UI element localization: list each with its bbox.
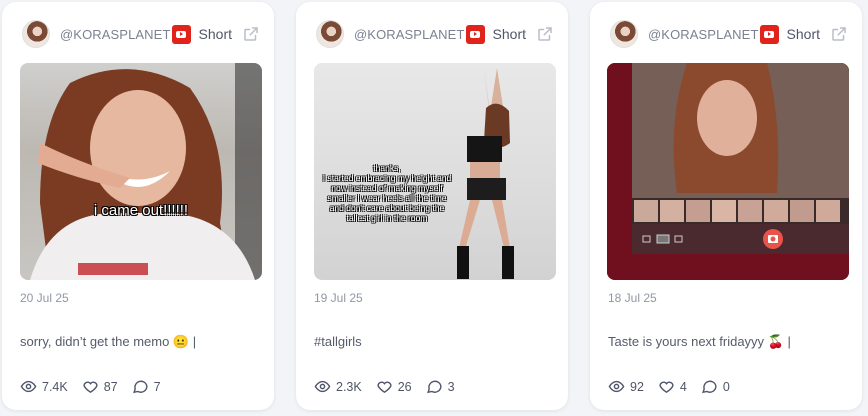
comments-stat: 3 — [426, 378, 455, 395]
views-stat: 7.4K — [20, 378, 68, 395]
comments-count: 3 — [447, 379, 455, 394]
stats-row: 7.4K 87 7 — [20, 378, 175, 395]
heart-icon — [659, 381, 674, 394]
card-header: @KORASPLANET Short — [316, 18, 554, 50]
comments-count: 0 — [722, 379, 730, 394]
likes-stat: 26 — [376, 378, 412, 395]
views-count: 92 — [630, 379, 644, 394]
video-overlay-caption: i came out!!!!!! — [93, 202, 189, 219]
views-stat: 2.3K — [314, 378, 362, 395]
video-thumbnail[interactable]: i came out!!!!!! — [20, 63, 262, 280]
eye-icon — [314, 380, 331, 393]
comment-icon — [426, 380, 442, 394]
card-header: @KORASPLANET Short — [610, 18, 848, 50]
video-overlay-caption: thanks, I started embracing my height an… — [322, 163, 452, 223]
views-count: 2.3K — [336, 379, 362, 394]
comments-stat: 7 — [132, 378, 161, 395]
stats-row: 2.3K 26 3 — [314, 378, 469, 395]
post-card[interactable]: @KORASPLANET Short 18 Jul 25 Taste is yo… — [590, 2, 862, 410]
likes-stat: 87 — [82, 378, 118, 395]
likes-count: 87 — [103, 379, 118, 394]
youtube-icon — [171, 24, 191, 44]
likes-count: 26 — [397, 379, 412, 394]
external-link-icon[interactable] — [536, 25, 554, 43]
avatar[interactable] — [22, 20, 50, 48]
youtube-icon — [759, 24, 779, 44]
post-type-label: Short — [492, 26, 526, 42]
card-header: @KORASPLANET Short — [22, 18, 260, 50]
post-date: 18 Jul 25 — [608, 291, 657, 305]
post-type-label: Short — [198, 26, 232, 42]
comments-count: 7 — [153, 379, 161, 394]
channel-handle[interactable]: @KORASPLANET — [648, 27, 758, 42]
post-caption: Taste is yours next fridayyy 🍒 | — [608, 334, 791, 349]
post-date: 20 Jul 25 — [20, 291, 69, 305]
likes-stat: 4 — [658, 378, 687, 395]
eye-icon — [608, 380, 625, 393]
comment-icon — [132, 380, 148, 394]
likes-count: 4 — [679, 379, 687, 394]
post-caption: sorry, didn’t get the memo 😐 | — [20, 334, 197, 349]
external-link-icon[interactable] — [242, 25, 260, 43]
post-type-label: Short — [786, 26, 820, 42]
video-thumbnail[interactable] — [607, 63, 849, 280]
eye-icon — [20, 380, 37, 393]
comment-icon — [701, 380, 717, 394]
avatar[interactable] — [316, 20, 344, 48]
channel-handle[interactable]: @KORASPLANET — [354, 27, 464, 42]
video-thumbnail[interactable]: thanks, I started embracing my height an… — [314, 63, 556, 280]
youtube-icon — [465, 24, 485, 44]
heart-icon — [377, 381, 392, 394]
comments-stat: 0 — [701, 378, 730, 395]
stats-row: 92 4 0 — [608, 378, 744, 395]
heart-icon — [83, 381, 98, 394]
post-date: 19 Jul 25 — [314, 291, 363, 305]
post-caption: #tallgirls — [314, 334, 362, 349]
external-link-icon[interactable] — [830, 25, 848, 43]
post-card[interactable]: @KORASPLANET Short thanks, I started emb… — [296, 2, 568, 410]
post-card[interactable]: @KORASPLANET Short i came out!!!!!! 20 J… — [2, 2, 274, 410]
views-stat: 92 — [608, 378, 644, 395]
avatar[interactable] — [610, 20, 638, 48]
views-count: 7.4K — [42, 379, 68, 394]
channel-handle[interactable]: @KORASPLANET — [60, 27, 170, 42]
